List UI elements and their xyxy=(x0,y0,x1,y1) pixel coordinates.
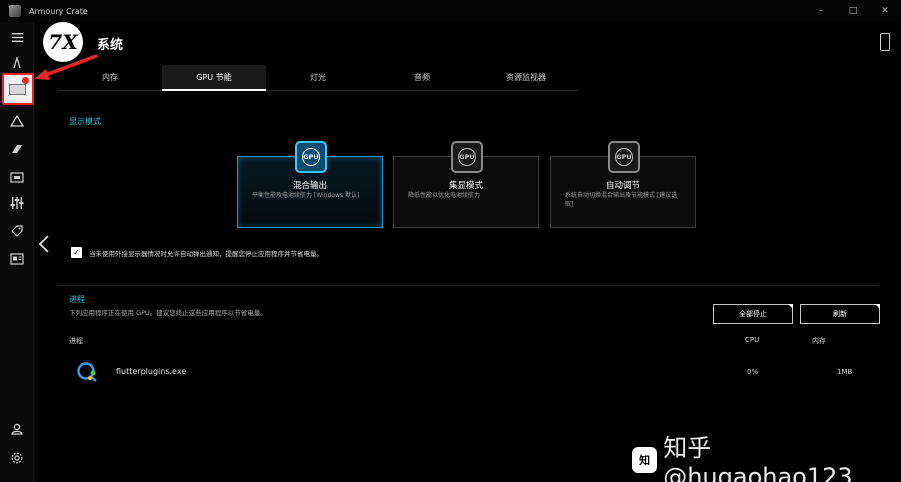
gpu-icon: GPU xyxy=(295,141,327,173)
tab-bar: 内存 GPU 节能 灯光 音频 资源监视器 xyxy=(58,65,578,91)
process-section-title: 进程 xyxy=(69,295,85,304)
news-icon[interactable] xyxy=(7,250,27,268)
process-subtitle: 下列应用程序正在使用 GPU。建议您终止这些应用程序以节省电量。 xyxy=(69,309,267,317)
tab-resource-monitor[interactable]: 资源监视器 xyxy=(474,65,578,90)
mode-card-hybrid[interactable]: GPU 混合输出 平衡性能及电池续航力 [Windows 默认] xyxy=(237,141,383,228)
notify-checkbox[interactable]: ✓ xyxy=(71,247,82,258)
divider xyxy=(58,285,878,286)
collapse-chevron-icon[interactable] xyxy=(34,230,54,258)
page-emblem-icon: 7X xyxy=(43,22,83,62)
mode-card-auto[interactable]: GPU 自动调节 系统自动切换混合输出及节能模式 [建议选取] xyxy=(550,141,696,228)
gpu-icon: GPU xyxy=(608,141,640,173)
process-cpu: 0% xyxy=(747,368,759,376)
tab-audio[interactable]: 音频 xyxy=(370,65,474,90)
column-header-cpu: CPU xyxy=(745,336,760,344)
notify-label: 当未使用外接显示器情况时允许自动弹出通知，提醒您停止应用程序并节省电量。 xyxy=(89,250,323,258)
refresh-button[interactable]: 刷新 xyxy=(800,304,880,324)
rog-icon[interactable] xyxy=(7,54,27,72)
watermark: 知 知乎 @hugaohao123 xyxy=(632,428,901,482)
app-title: Armoury Crate xyxy=(29,6,88,16)
maximize-button[interactable]: □ xyxy=(837,0,869,22)
settings-icon[interactable] xyxy=(7,449,27,467)
column-header-memory: 内存 xyxy=(812,337,826,345)
armor-icon[interactable] xyxy=(7,140,27,158)
deals-icon[interactable] xyxy=(7,222,27,240)
aura-icon[interactable] xyxy=(7,112,27,130)
mode-title: 集显模式 xyxy=(448,181,483,191)
column-header-process: 进程 xyxy=(69,337,83,345)
mode-card-integrated[interactable]: GPU 集显模式 降低性能以优化电池续航力 xyxy=(393,141,539,228)
process-name: flutterplugins.exe xyxy=(116,367,187,376)
mode-title: 混合输出 xyxy=(292,181,327,191)
emblem-text: 7X xyxy=(48,30,78,54)
close-button[interactable]: ✕ xyxy=(869,0,901,22)
user-icon[interactable] xyxy=(7,420,27,438)
gamevisual-icon[interactable] xyxy=(7,168,27,186)
tab-gpu-saving[interactable]: GPU 节能 xyxy=(162,65,266,91)
gpu-icon: GPU xyxy=(451,141,483,173)
watermark-text: 知乎 @hugaohao123 xyxy=(663,434,853,482)
mode-description: 平衡性能及电池续航力 [Windows 默认] xyxy=(252,192,360,199)
mode-title: 自动调节 xyxy=(605,181,640,191)
minimize-button[interactable]: – xyxy=(805,0,837,22)
mode-description: 降低性能以优化电池续航力 xyxy=(408,192,481,199)
watermark-logo-icon: 知 xyxy=(632,446,658,473)
tab-lighting[interactable]: 灯光 xyxy=(266,65,370,90)
display-mode-label: 显示模式 xyxy=(69,117,101,126)
app-logo-icon xyxy=(9,5,21,17)
stop-all-button[interactable]: 全部停止 xyxy=(713,304,793,324)
tab-memory[interactable]: 内存 xyxy=(58,65,162,90)
equalizer-icon[interactable] xyxy=(7,194,27,212)
flutter-app-icon xyxy=(77,362,97,382)
sidebar xyxy=(0,22,34,482)
notification-dot xyxy=(22,77,29,84)
mode-description: 系统自动切换混合输出及节能模式 [建议选取] xyxy=(565,192,678,208)
page-title: 系统 xyxy=(97,38,124,53)
menu-icon[interactable] xyxy=(7,28,27,46)
device-icon[interactable] xyxy=(880,33,890,51)
process-memory: 1MB xyxy=(837,368,853,376)
title-bar: Armoury Crate – □ ✕ xyxy=(0,0,901,22)
window-controls: – □ ✕ xyxy=(805,0,901,22)
system-icon xyxy=(9,84,26,95)
